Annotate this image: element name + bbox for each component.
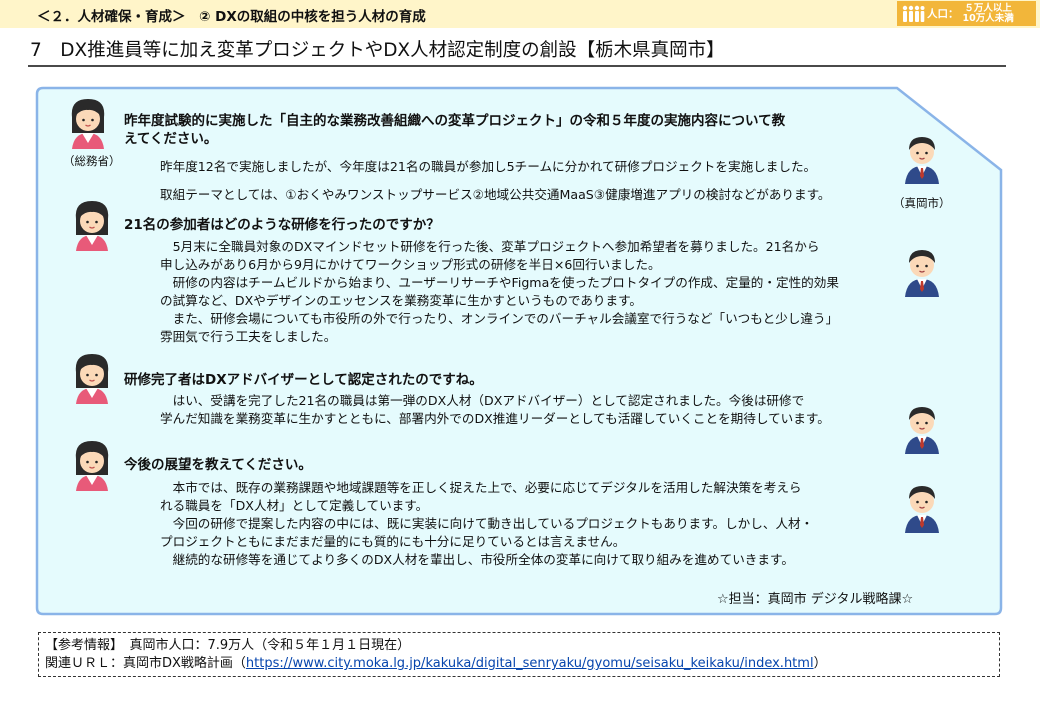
answer-line: 継続的な研修等を通じてより多くのDX人材を輩出し、市役所全体の変革に向けて取り組… <box>160 552 794 567</box>
question-line: 21名の参加者はどのような研修を行ったのですか？ <box>124 217 440 233</box>
city-staff-avatar <box>905 137 939 184</box>
question-line: 今後の展望を教えてください。 <box>124 457 312 473</box>
population-label: 人口： <box>927 8 959 20</box>
answer-line: 昨年度12名で実施しましたが、今年度は21名の職員が参加し5チームに分かれて研修… <box>160 159 817 174</box>
ministry-staff-avatar <box>71 99 105 149</box>
population-value: ５万人以上 10万人未満 <box>962 3 1014 24</box>
answer-line: 取組テーマとしては、①おくやみワンストップサービス②地域公共交通MaaS③健康増… <box>160 187 831 202</box>
city-caption: （真岡市） <box>893 196 951 210</box>
answer-4: 本市では、既存の業務課題や地域課題等を正しく捉えた上で、必要に応じてデジタルを活… <box>160 479 813 569</box>
city-staff-avatar <box>905 250 939 297</box>
reference-population: 【参考情報】 真岡市人口：7.9万人（令和５年１月１日現在） <box>45 638 411 653</box>
question-line: 昨年度試験的に実施した「自主的な業務改善組織への変革プロジェクト」の令和５年度の… <box>124 113 786 129</box>
city-staff-avatar <box>905 486 939 533</box>
city-staff-avatar <box>905 407 939 454</box>
answer-line: れる職員を「DX人材」として定義しています。 <box>160 498 429 513</box>
answer-line: 本市では、既存の業務課題や地域課題等を正しく捉えた上で、必要に応じてデジタルを活… <box>160 480 802 495</box>
related-url-link[interactable]: https://www.city.moka.lg.jp/kakuka/digit… <box>246 656 814 671</box>
answer-3: はい、受講を完了した21名の職員は第一弾のDX人材（DXアドバイザー）として認定… <box>160 392 830 428</box>
reference-related-url: 関連ＵＲＬ：真岡市DX戦略計画（https://www.city.moka.lg… <box>45 655 993 673</box>
population-value-line2: 10万人未満 <box>962 12 1014 24</box>
answer-line: 5月末に全職員対象のDXマインドセット研修を行った後、変革プロジェクトへ参加希望… <box>160 239 820 254</box>
question-line: えてください。 <box>124 131 218 147</box>
answer-line: はい、受講を完了した21名の職員は第一弾のDX人材（DXアドバイザー）として認定… <box>160 393 805 408</box>
header-bar: ＜２．人材確保・育成＞ ② DXの取組の中核を担う人材の育成 人口： ５万人以上… <box>0 0 1040 28</box>
answer-line: プロジェクトともにまだまだ量的にも質的にも十分に足りているとは言えません。 <box>160 534 626 549</box>
question-2: 21名の参加者はどのような研修を行ったのですか？ <box>124 216 440 234</box>
ministry-staff-avatar <box>75 201 109 251</box>
population-badge: 人口： ５万人以上 10万人未満 <box>897 1 1036 26</box>
related-url-suffix: ） <box>813 656 827 671</box>
title-divider <box>28 65 1006 67</box>
answer-line: 申し込みがあり6月から9月にかけてワークショップ形式の研修を半日×6回行いました… <box>160 257 661 272</box>
ministry-caption: （総務省） <box>63 154 121 168</box>
section-label: ＜２．人材確保・育成＞ ② DXの取組の中核を担う人材の育成 <box>37 9 426 25</box>
answer-line: 学んだ知識を業務変革に生かすとともに、部署内外でのDX推進リーダーとしても活躍し… <box>160 411 830 426</box>
contact-note: ☆担当：真岡市 デジタル戦略課☆ <box>717 592 914 607</box>
answer-line: 雰囲気で行う工夫をしました。 <box>160 329 337 344</box>
question-4: 今後の展望を教えてください。 <box>124 456 312 474</box>
answer-line: の試算など、DXやデザインのエッセンスを業務変革に生かすというものであります。 <box>160 293 643 308</box>
ministry-staff-avatar <box>75 354 109 404</box>
answer-1: 昨年度12名で実施しましたが、今年度は21名の職員が参加し5チームに分かれて研修… <box>160 153 831 209</box>
answer-line: 今回の研修で提案した内容の中には、既に実装に向けて動き出しているプロジェクトもあ… <box>160 516 814 531</box>
answer-line: また、研修会場についても市役所の外で行ったり、オンラインでのバーチャル会議室で行… <box>160 311 839 326</box>
question-line: 研修完了者はDXアドバイザーとして認定されたのですね。 <box>124 372 483 388</box>
answer-2: 5月末に全職員対象のDXマインドセット研修を行った後、変革プロジェクトへ参加希望… <box>160 238 839 346</box>
answer-line: 研修の内容はチームビルドから始まり、ユーザーリサーチやFigmaを使ったプロトタ… <box>160 275 839 290</box>
ministry-staff-avatar <box>75 441 109 491</box>
question-1: 昨年度試験的に実施した「自主的な業務改善組織への変革プロジェクト」の令和５年度の… <box>124 112 785 148</box>
reference-box: 【参考情報】 真岡市人口：7.9万人（令和５年１月１日現在） 関連ＵＲＬ：真岡市… <box>38 632 1000 677</box>
people-icon <box>902 5 925 22</box>
page-title: 7 DX推進員等に加え変革プロジェクトやDX人材認定制度の創設【栃木県真岡市】 <box>30 40 725 61</box>
question-3: 研修完了者はDXアドバイザーとして認定されたのですね。 <box>124 371 483 389</box>
related-url-prefix: 関連ＵＲＬ：真岡市DX戦略計画（ <box>45 656 246 671</box>
